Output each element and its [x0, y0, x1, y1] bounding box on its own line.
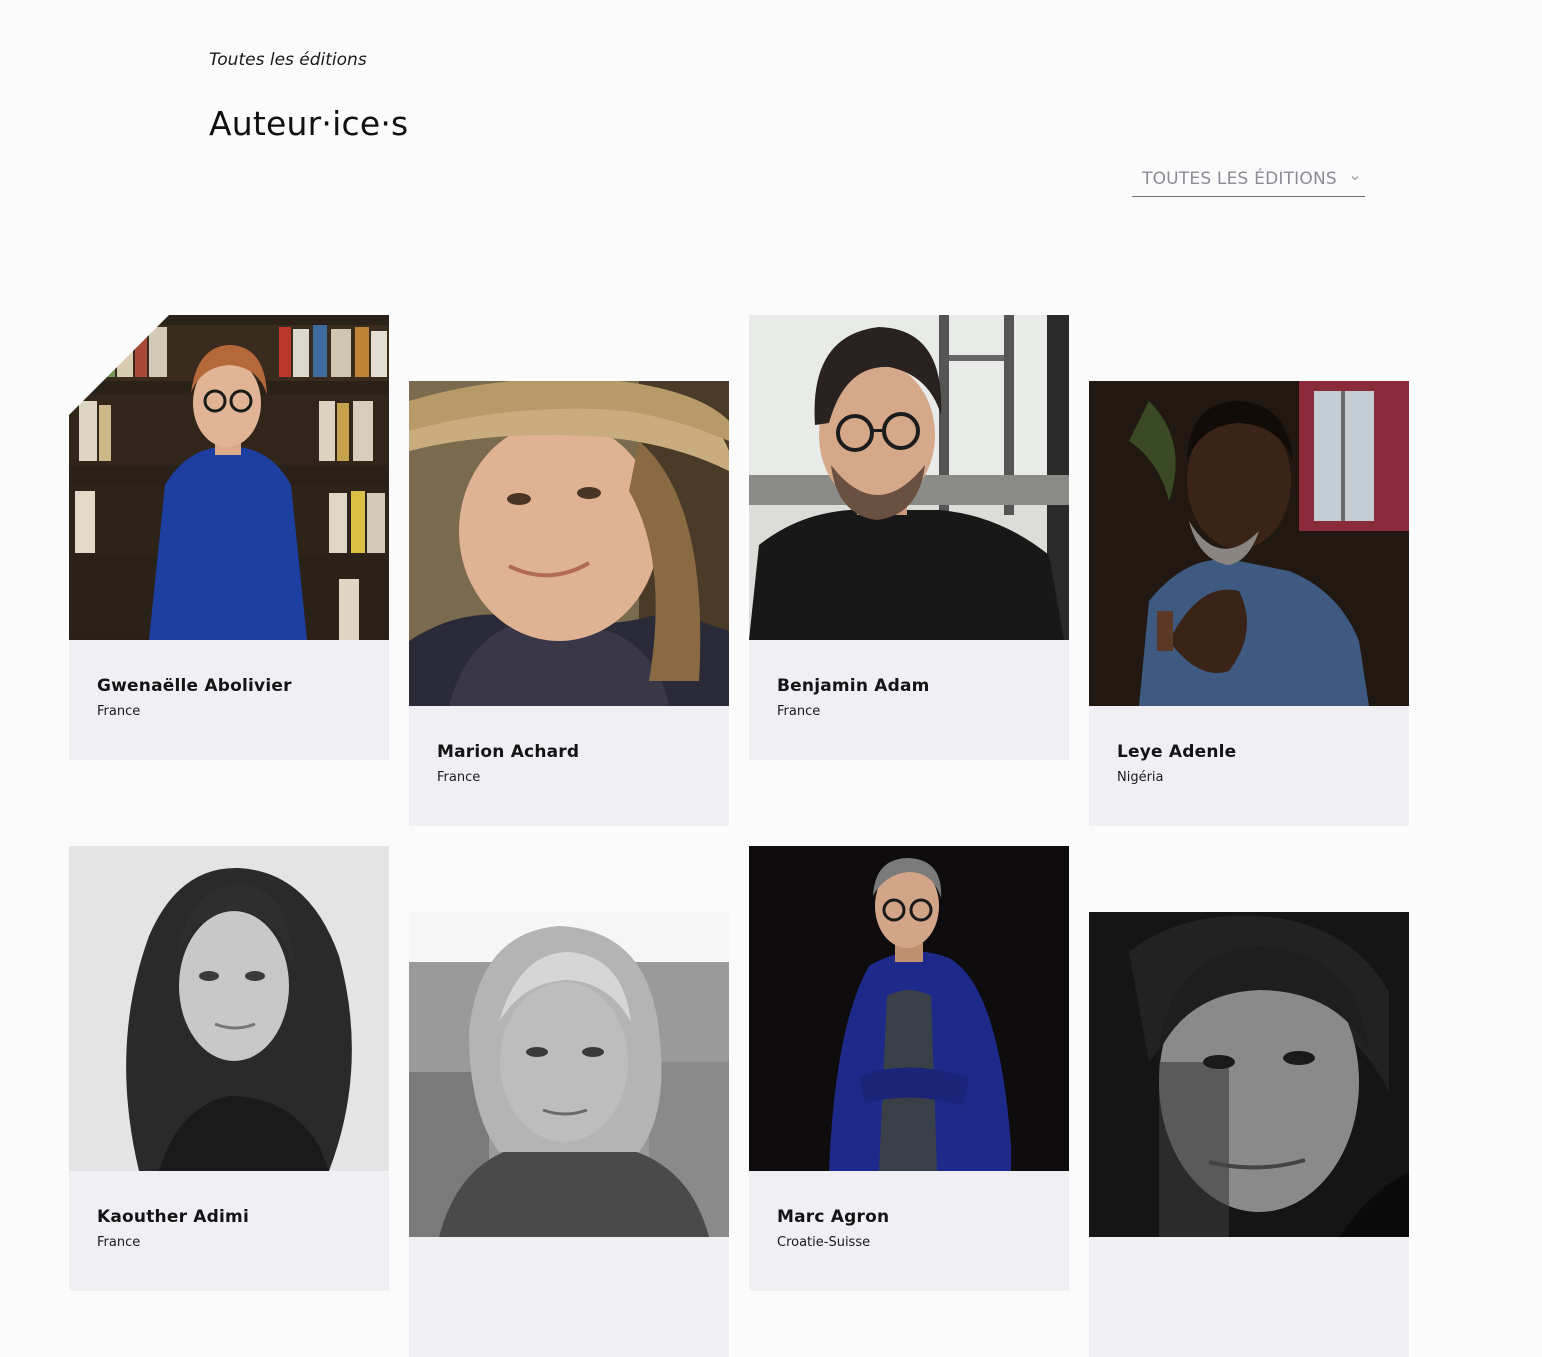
author-country: France — [97, 704, 141, 719]
author-photo — [1089, 912, 1409, 1237]
author-card-abolivier[interactable]: Gwenaëlle Abolivier France — [69, 315, 389, 760]
author-name: Marion Achard — [437, 742, 580, 762]
author-photo — [69, 846, 389, 1171]
author-name: Leye Adenle — [1117, 742, 1237, 762]
author-photo — [409, 912, 729, 1237]
author-name: Marc Agron — [777, 1207, 890, 1227]
chevron-down-icon — [1351, 176, 1359, 181]
author-card-agron[interactable]: Marc Agron Croatie-Suisse — [749, 846, 1069, 1291]
author-photo — [69, 315, 389, 640]
breadcrumb-all-editions[interactable]: Toutes les éditions — [209, 50, 367, 70]
author-card-adimi[interactable]: Kaouther Adimi France — [69, 846, 389, 1291]
edition-filter-value: TOUTES LES ÉDITIONS — [1142, 169, 1337, 189]
author-card-8[interactable] — [1089, 912, 1409, 1357]
page-title: Auteur·ice·s — [209, 104, 409, 143]
corner-cut — [69, 315, 169, 415]
author-photo — [1089, 381, 1409, 706]
author-country: France — [437, 770, 481, 785]
author-country: France — [777, 704, 821, 719]
author-card-6[interactable] — [409, 912, 729, 1357]
author-card-adenle[interactable]: Leye Adenle Nigéria — [1089, 381, 1409, 826]
author-photo — [409, 381, 729, 706]
author-country: Croatie-Suisse — [777, 1235, 871, 1250]
edition-filter-select[interactable]: TOUTES LES ÉDITIONS — [1132, 164, 1365, 197]
author-photo — [749, 315, 1069, 640]
author-name: Gwenaëlle Abolivier — [97, 676, 292, 696]
author-name: Kaouther Adimi — [97, 1207, 249, 1227]
author-card-adam[interactable]: Benjamin Adam France — [749, 315, 1069, 760]
author-country: Nigéria — [1117, 770, 1164, 785]
author-card-achard[interactable]: Marion Achard France — [409, 381, 729, 826]
author-country: France — [97, 1235, 141, 1250]
author-photo — [749, 846, 1069, 1171]
author-name: Benjamin Adam — [777, 676, 930, 696]
